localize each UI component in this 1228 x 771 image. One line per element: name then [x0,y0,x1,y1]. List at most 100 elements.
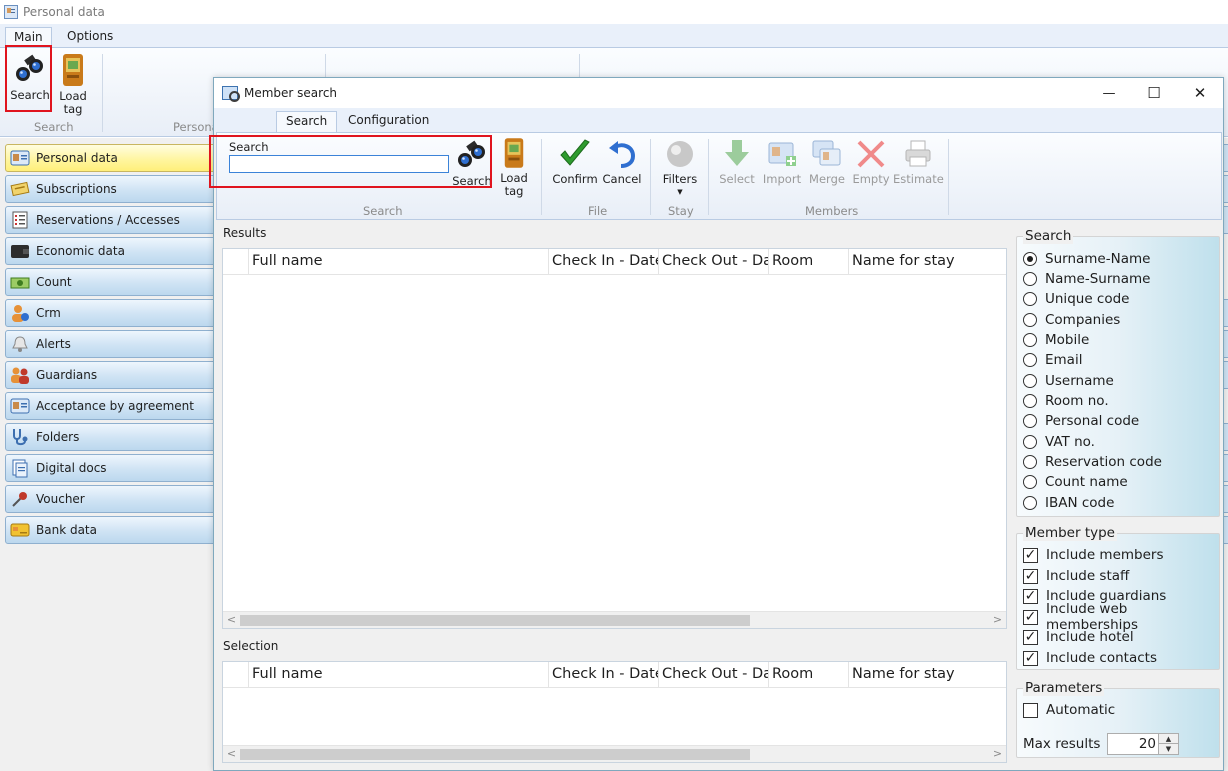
column-header-full-name[interactable]: Full name [249,249,549,274]
sidebar-item-digital-docs[interactable]: Digital docs [5,454,215,482]
radio-reservation-code[interactable]: Reservation code [1023,453,1162,471]
radio[interactable] [1023,435,1037,449]
radio[interactable] [1023,313,1037,327]
radio[interactable] [1023,394,1037,408]
radio[interactable] [1023,333,1037,347]
column-header-name-for-stay[interactable]: Name for stay [849,662,1006,687]
column-header-room[interactable]: Room [769,662,849,687]
checkbox-include-web-memberships[interactable]: ✓ Include web memberships [1023,601,1219,633]
column-header-check-out[interactable]: Check Out - Date [659,662,769,687]
scroll-left-icon[interactable]: < [224,747,239,762]
sidebar-item-label: Acceptance by agreement [36,399,194,413]
radio-selected[interactable] [1023,252,1037,266]
radio[interactable] [1023,374,1037,388]
radio[interactable] [1023,455,1037,469]
checkbox-automatic[interactable]: Automatic [1023,701,1115,719]
tab-search[interactable]: Search [276,111,338,132]
checkbox-include-members[interactable]: ✓ Include members [1023,546,1164,564]
radio-mobile[interactable]: Mobile [1023,331,1089,349]
sidebar-item-personal-data[interactable]: Personal data [5,144,215,172]
import-button[interactable]: Import [761,138,803,186]
sidebar-item-alerts[interactable]: Alerts [5,330,215,358]
column-header-room[interactable]: Room [769,249,849,274]
radio-companies[interactable]: Companies [1023,311,1120,329]
radio-room-no[interactable]: Room no. [1023,392,1109,410]
sidebar-item-crm[interactable]: Crm [5,299,215,327]
column-header-check-out[interactable]: Check Out - Date [659,249,769,274]
checkmark-icon [560,139,590,166]
radio[interactable] [1023,292,1037,306]
load-tag-button[interactable]: Load tag [498,137,530,198]
tab-options[interactable]: Options [59,27,121,48]
checkbox-include-staff[interactable]: ✓ Include staff [1023,567,1129,585]
scroll-left-icon[interactable]: < [224,613,239,628]
minimize-button[interactable]: — [1086,78,1132,108]
main-load-tag-button[interactable]: Load tag [56,53,90,116]
close-button[interactable]: ✕ [1177,78,1223,108]
selection-horizontal-scrollbar[interactable]: < > [223,745,1006,762]
checkbox-checked[interactable]: ✓ [1023,609,1038,625]
select-button[interactable]: Select [717,138,757,186]
people-icon [10,365,30,385]
checkbox-checked[interactable]: ✓ [1023,650,1038,666]
sidebar-item-economic-data[interactable]: Economic data [5,237,215,265]
radio-username[interactable]: Username [1023,372,1114,390]
radio-unique-code[interactable]: Unique code [1023,290,1129,308]
stepper-up-icon[interactable]: ▲ [1158,734,1178,744]
confirm-button[interactable]: Confirm [552,138,598,186]
radio-surname-name[interactable]: Surname-Name [1023,250,1150,268]
sidebar-item-acceptance[interactable]: Acceptance by agreement [5,392,215,420]
column-header-check-in[interactable]: Check In - Date [549,662,659,687]
radio[interactable] [1023,496,1037,510]
radio[interactable] [1023,353,1037,367]
filters-button[interactable]: Filters ▼ [659,138,701,199]
max-results-value[interactable]: 20 [1139,736,1156,752]
sidebar-item-guardians[interactable]: Guardians [5,361,215,389]
radio-label: Personal code [1045,413,1140,429]
down-arrow-icon [725,140,749,166]
radio[interactable] [1023,272,1037,286]
column-header-full-name[interactable]: Full name [249,662,549,687]
radio-email[interactable]: Email [1023,351,1082,369]
cancel-button[interactable]: Cancel [602,138,642,186]
stepper-down-icon[interactable]: ▼ [1158,744,1178,754]
radio-personal-code[interactable]: Personal code [1023,412,1139,430]
sidebar-item-count[interactable]: Count [5,268,215,296]
checkbox-checked[interactable]: ✓ [1023,629,1038,645]
empty-button[interactable]: Empty [851,138,891,186]
results-grid[interactable]: Full name Check In - Date Check Out - Da… [222,248,1007,629]
max-results-stepper[interactable]: 20 ▲ ▼ [1107,733,1179,755]
tab-configuration[interactable]: Configuration [340,111,437,132]
sidebar-item-subscriptions[interactable]: Subscriptions [5,175,215,203]
merge-button[interactable]: Merge [806,138,848,186]
column-header-check-in[interactable]: Check In - Date [549,249,659,274]
sidebar-item-label: Guardians [36,368,98,382]
radio-vat-no[interactable]: VAT no. [1023,433,1095,451]
radio[interactable] [1023,475,1037,489]
estimate-button[interactable]: Estimate [893,138,944,186]
checkbox-checked[interactable]: ✓ [1023,568,1038,584]
selection-grid[interactable]: Full name Check In - Date Check Out - Da… [222,661,1007,763]
results-horizontal-scrollbar[interactable]: < > [223,611,1006,628]
checkbox-checked[interactable]: ✓ [1023,547,1038,563]
checkbox-checked[interactable]: ✓ [1023,588,1038,604]
scroll-right-icon[interactable]: > [990,613,1005,628]
sidebar-item-folders[interactable]: Folders [5,423,215,451]
radio-name-surname[interactable]: Name-Surname [1023,270,1150,288]
ribbon-separator [650,139,651,215]
radio[interactable] [1023,414,1037,428]
sidebar-item-bank-data[interactable]: Bank data [5,516,215,544]
group-file-label: File [588,204,608,218]
radio-count-name[interactable]: Count name [1023,473,1128,491]
checkbox-unchecked[interactable] [1023,702,1038,718]
sidebar-item-reservations[interactable]: Reservations / Accesses [5,206,215,234]
scroll-thumb[interactable] [240,615,750,626]
scroll-thumb[interactable] [240,749,750,760]
radio-iban-code[interactable]: IBAN code [1023,494,1114,512]
checkbox-include-hotel[interactable]: ✓ Include hotel [1023,628,1134,646]
sidebar-item-voucher[interactable]: Voucher [5,485,215,513]
scroll-right-icon[interactable]: > [990,747,1005,762]
maximize-button[interactable]: ☐ [1131,78,1177,108]
checkbox-include-contacts[interactable]: ✓ Include contacts [1023,649,1157,667]
column-header-name-for-stay[interactable]: Name for stay [849,249,1006,274]
